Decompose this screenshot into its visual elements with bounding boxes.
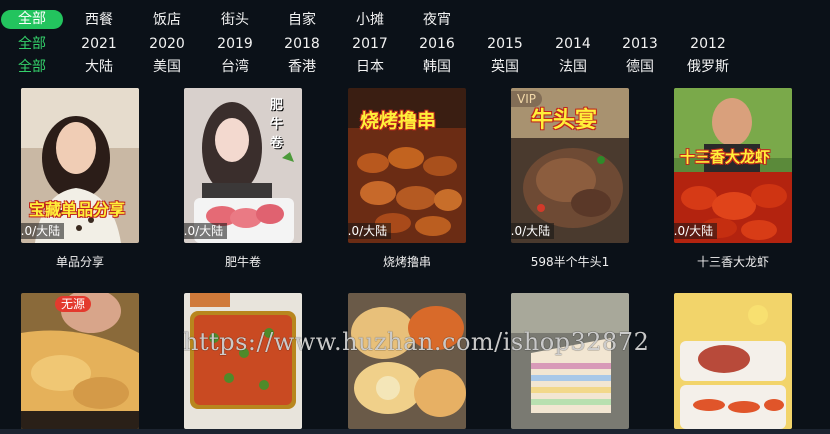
- filter-year-2017[interactable]: 2017: [352, 33, 388, 55]
- filter-year-2014[interactable]: 2014: [555, 33, 591, 55]
- video-poster: 十三香大龙虾 8.0/大陆: [674, 88, 792, 243]
- video-card[interactable]: 十三香大龙虾 8.0/大陆 十三香大龙虾: [674, 88, 792, 270]
- filter-year-2016[interactable]: 2016: [419, 33, 455, 55]
- filter-type-home[interactable]: 自家: [288, 9, 316, 31]
- video-card[interactable]: [348, 293, 466, 429]
- poster-overlay-text: 肥牛卷: [270, 98, 284, 151]
- video-card[interactable]: [674, 293, 792, 429]
- video-poster: 烧烤撸串 8.0/大陆: [348, 88, 466, 243]
- filter-year-2019[interactable]: 2019: [217, 33, 253, 55]
- filter-type-all[interactable]: 全部: [1, 10, 63, 29]
- video-card[interactable]: [511, 293, 629, 429]
- video-card[interactable]: 肥牛卷 8.0/大陆 肥牛卷: [184, 88, 302, 270]
- video-poster: 宝藏单品分享 8.0/大陆: [21, 88, 139, 243]
- rating-region-label: 8.0/大陆: [21, 223, 65, 239]
- video-title: 十三香大龙虾: [696, 255, 769, 269]
- video-card[interactable]: VIP 牛头宴 8.0/大陆 598半个牛头1: [511, 88, 629, 270]
- filter-region-all[interactable]: 全部: [18, 56, 46, 78]
- filter-type-western[interactable]: 西餐: [85, 9, 113, 31]
- rating-region-label: 8.0/大陆: [184, 223, 228, 239]
- video-poster: [674, 293, 792, 429]
- poster-overlay-text: 烧烤撸串: [360, 110, 437, 132]
- filter-region-germany[interactable]: 德国: [626, 56, 654, 78]
- video-title: 肥牛卷: [224, 255, 261, 269]
- filter-region-france[interactable]: 法国: [559, 56, 587, 78]
- filter-row-region: 全部 大陆 美国 台湾 香港 日本 韩国 英国 法国 德国 俄罗斯: [0, 56, 830, 78]
- rating-region-label: 8.0/大陆: [674, 223, 718, 239]
- filter-year-2021[interactable]: 2021: [81, 33, 117, 55]
- video-card[interactable]: [184, 293, 302, 429]
- video-poster: [184, 293, 302, 429]
- video-card[interactable]: 无源: [21, 293, 139, 429]
- video-title: 单品分享: [55, 255, 104, 269]
- filter-region-uk[interactable]: 英国: [491, 56, 519, 78]
- rating-region-label: 8.0/大陆: [348, 223, 392, 239]
- filter-region-russia[interactable]: 俄罗斯: [687, 56, 729, 78]
- filter-row-year: 全部 2021 2020 2019 2018 2017 2016 2015 20…: [0, 33, 830, 55]
- poster-overlay-text: 宝藏单品分享: [29, 200, 126, 219]
- filter-region-mainland[interactable]: 大陆: [85, 56, 113, 78]
- filter-region-japan[interactable]: 日本: [356, 56, 384, 78]
- video-poster: VIP 牛头宴 8.0/大陆: [511, 88, 629, 243]
- filter-type-street[interactable]: 街头: [221, 9, 249, 31]
- video-poster: [511, 293, 629, 429]
- filter-type-stall[interactable]: 小摊: [356, 9, 384, 31]
- video-poster: 肥牛卷 8.0/大陆: [184, 88, 302, 243]
- filter-row-type: 全部 西餐 饭店 街头 自家 小摊 夜宵: [0, 9, 830, 31]
- filter-type-restaurant[interactable]: 饭店: [153, 9, 181, 31]
- filter-region-taiwan[interactable]: 台湾: [221, 56, 249, 78]
- poster-overlay-text: 牛头宴: [531, 108, 598, 133]
- filter-year-2020[interactable]: 2020: [149, 33, 185, 55]
- video-title: 烧烤撸串: [382, 255, 431, 269]
- filter-region-hongkong[interactable]: 香港: [288, 56, 316, 78]
- filter-region-korea[interactable]: 韩国: [423, 56, 451, 78]
- poster-overlay-text: 十三香大龙虾: [680, 148, 771, 166]
- video-card[interactable]: 宝藏单品分享 8.0/大陆 单品分享: [21, 88, 139, 270]
- filter-type-latenight[interactable]: 夜宵: [423, 9, 451, 31]
- filter-year-2018[interactable]: 2018: [284, 33, 320, 55]
- video-poster: [348, 293, 466, 429]
- filter-year-all[interactable]: 全部: [18, 33, 46, 55]
- filter-year-2012[interactable]: 2012: [690, 33, 726, 55]
- filter-year-2013[interactable]: 2013: [622, 33, 658, 55]
- bottom-divider: [0, 429, 830, 434]
- video-title: 598半个牛头1: [530, 255, 610, 269]
- filter-region-usa[interactable]: 美国: [153, 56, 181, 78]
- video-poster: 无源: [21, 293, 139, 429]
- source-badge: 无源: [55, 296, 92, 312]
- filter-year-2015[interactable]: 2015: [487, 33, 523, 55]
- video-card[interactable]: 烧烤撸串 8.0/大陆 烧烤撸串: [348, 88, 466, 270]
- rating-region-label: 8.0/大陆: [511, 223, 555, 239]
